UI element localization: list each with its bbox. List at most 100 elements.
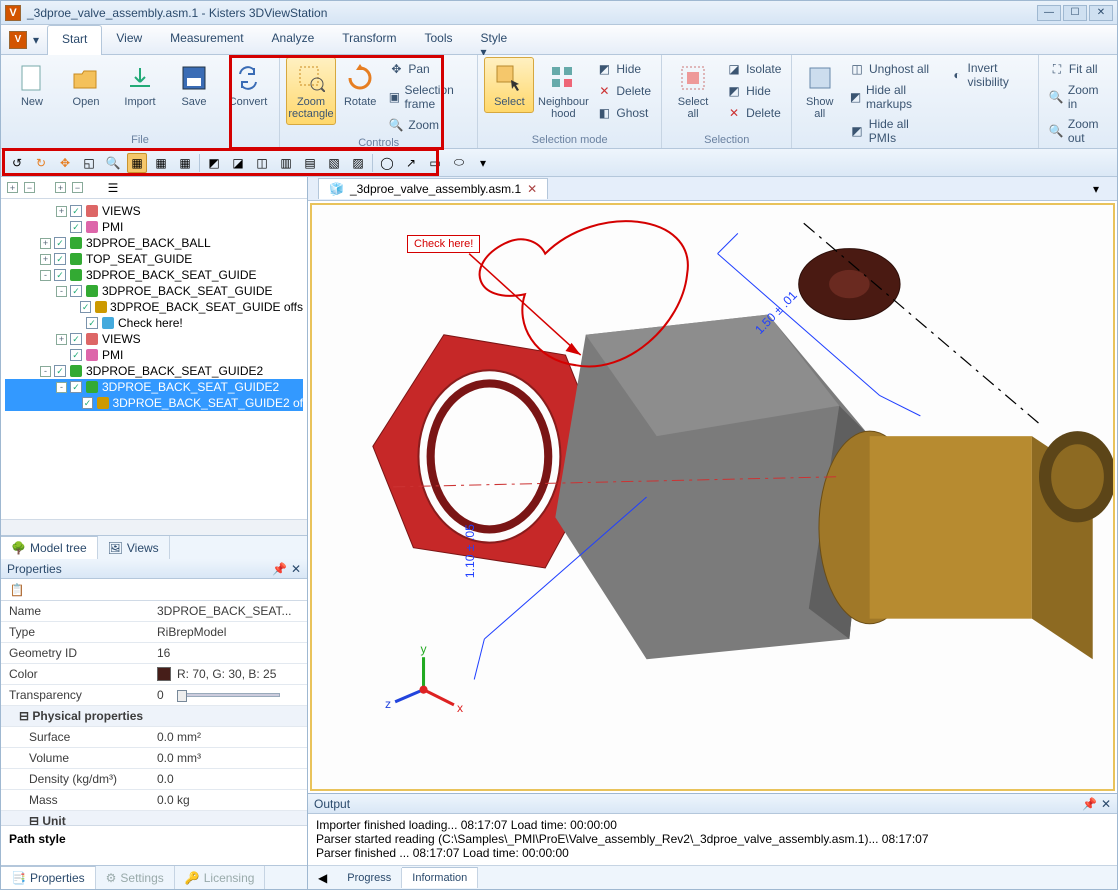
qt-btn-11[interactable]: ◫ (252, 153, 272, 173)
tree-checkbox[interactable]: ✓ (54, 253, 66, 265)
tab-transform[interactable]: Transform (328, 25, 410, 54)
expand-button[interactable]: + (55, 182, 66, 193)
property-row[interactable]: Name3DPROE_BACK_SEAT... (1, 601, 307, 622)
transparency-slider[interactable] (180, 693, 280, 697)
unghost-all-button[interactable]: ◫Unghost all (845, 59, 943, 79)
maximize-button[interactable]: ☐ (1063, 5, 1087, 21)
tab-model-tree[interactable]: 🌳Model tree (1, 536, 98, 559)
viewport-3d[interactable]: 1.50 ± .01 1.10 ± .05 x y z Check here! (310, 203, 1115, 791)
tree-expand-icon[interactable]: + (56, 334, 67, 345)
zoom-button[interactable]: 🔍Zoom (384, 115, 471, 135)
pan-button[interactable]: ✥Pan (384, 59, 471, 79)
tree-checkbox[interactable]: ✓ (86, 317, 98, 329)
qt-btn-4[interactable]: ◱ (79, 153, 99, 173)
tree-expand-icon[interactable]: + (40, 254, 51, 265)
tree-row[interactable]: +✓3DPROE_BACK_SEAT_GUIDE2 of (5, 395, 303, 411)
tree-scroll[interactable] (1, 519, 307, 535)
docs-dropdown-icon[interactable]: ▾ (1085, 182, 1107, 196)
tab-tools[interactable]: Tools (410, 25, 466, 54)
tree-checkbox[interactable]: ✓ (54, 365, 66, 377)
fit-all-button[interactable]: ⛶Fit all (1045, 59, 1111, 79)
ghost-mode-button[interactable]: ◧Ghost (592, 103, 655, 123)
property-row[interactable]: Volume0.0 mm³ (1, 748, 307, 769)
tree-expand-icon[interactable]: - (56, 286, 67, 297)
property-row[interactable]: ColorR: 70, G: 30, B: 25 (1, 664, 307, 685)
tree-checkbox[interactable]: ✓ (70, 285, 82, 297)
tree-checkbox[interactable]: ✓ (54, 237, 66, 249)
tree-expand-icon[interactable]: + (56, 206, 67, 217)
tree-row[interactable]: +✓3DPROE_BACK_BALL (5, 235, 303, 251)
close-panel-icon[interactable]: ✕ (291, 562, 301, 576)
property-group[interactable]: ⊟ Unit (1, 811, 307, 825)
tab-settings[interactable]: ⚙Settings (96, 866, 175, 889)
tree-checkbox[interactable]: ✓ (70, 333, 82, 345)
rotate-button[interactable]: Rotate (340, 57, 380, 113)
qt-btn-13[interactable]: ▤ (300, 153, 320, 173)
tab-measurement[interactable]: Measurement (156, 25, 257, 54)
qt-btn-10[interactable]: ◪ (228, 153, 248, 173)
qt-btn-14[interactable]: ▧ (324, 153, 344, 173)
tree-checkbox[interactable]: ✓ (70, 349, 82, 361)
zoom-out-button[interactable]: 🔍Zoom out (1045, 115, 1111, 147)
tab-view[interactable]: View (102, 25, 156, 54)
qat-dropdown-icon[interactable]: ▾ (33, 33, 39, 47)
collapse-button[interactable]: − (72, 182, 83, 193)
qt-btn-3[interactable]: ✥ (55, 153, 75, 173)
property-row[interactable]: Density (kg/dm³)0.0 (1, 769, 307, 790)
neighbourhood-button[interactable]: Neighbour hood (538, 57, 588, 125)
tree-expand-icon[interactable]: - (40, 270, 51, 281)
qt-btn-15[interactable]: ▨ (348, 153, 368, 173)
props-copy-button[interactable]: 📋 (7, 580, 27, 600)
expand-all-button[interactable]: + (7, 182, 18, 193)
tree-expand-icon[interactable]: - (40, 366, 51, 377)
new-button[interactable]: New (7, 57, 57, 113)
import-button[interactable]: Import (115, 57, 165, 113)
qt-btn-5[interactable]: 🔍 (103, 153, 123, 173)
qt-btn-18[interactable]: ▭ (425, 153, 445, 173)
output-scroll-left[interactable]: ◀ (308, 871, 337, 885)
qt-overflow[interactable]: ▾ (473, 153, 493, 173)
select-all-button[interactable]: Select all (668, 57, 718, 125)
qt-btn-6[interactable]: ▦ (127, 153, 147, 173)
isolate-button[interactable]: ◪Isolate (722, 59, 785, 79)
doc-close-icon[interactable]: ✕ (527, 182, 537, 196)
tree-expand-icon[interactable]: - (56, 382, 67, 393)
collapse-all-button[interactable]: − (24, 182, 35, 193)
tab-start[interactable]: Start (47, 25, 102, 55)
property-row[interactable]: TypeRiBrepModel (1, 622, 307, 643)
tree-checkbox[interactable]: ✓ (70, 221, 82, 233)
qt-btn-7[interactable]: ▦ (151, 153, 171, 173)
zoom-in-button[interactable]: 🔍Zoom in (1045, 81, 1111, 113)
markup-annotation[interactable]: Check here! (407, 235, 480, 253)
tree-row[interactable]: +✓TOP_SEAT_GUIDE (5, 251, 303, 267)
tab-progress[interactable]: Progress (337, 868, 402, 888)
zoom-rectangle-button[interactable]: Zoom rectangle (286, 57, 336, 125)
pin-icon[interactable]: 📌 (272, 562, 287, 576)
model-tree[interactable]: +✓VIEWS +✓PMI +✓3DPROE_BACK_BALL+✓TOP_SEAT… (1, 199, 307, 519)
hide-mode-button[interactable]: ◩Hide (592, 59, 655, 79)
tree-filter-button[interactable]: ☰ (103, 178, 123, 198)
document-tab[interactable]: 🧊 _3dproe_valve_assembly.asm.1 ✕ (318, 178, 548, 199)
tree-row[interactable]: +✓VIEWS (5, 203, 303, 219)
qt-btn-17[interactable]: ↗ (401, 153, 421, 173)
qt-btn-9[interactable]: ◩ (204, 153, 224, 173)
minimize-button[interactable]: — (1037, 5, 1061, 21)
tree-checkbox[interactable]: ✓ (70, 205, 82, 217)
delete-sel-button[interactable]: ✕Delete (722, 103, 785, 123)
tab-views[interactable]: 🖼Views (98, 536, 170, 559)
properties-grid[interactable]: Name3DPROE_BACK_SEAT...TypeRiBrepModelGe… (1, 601, 307, 825)
qt-btn-8[interactable]: ▦ (175, 153, 195, 173)
app-menu-icon[interactable]: V (9, 31, 27, 49)
tree-row[interactable]: +✓PMI (5, 347, 303, 363)
save-button[interactable]: Save (169, 57, 219, 113)
show-all-button[interactable]: Show all (798, 57, 841, 125)
tree-row[interactable]: -✓3DPROE_BACK_SEAT_GUIDE (5, 267, 303, 283)
property-row[interactable]: Surface0.0 mm² (1, 727, 307, 748)
close-button[interactable]: ✕ (1089, 5, 1113, 21)
property-group[interactable]: ⊟ Physical properties (1, 706, 307, 727)
tree-row[interactable]: +✓3DPROE_BACK_SEAT_GUIDE offs (5, 299, 303, 315)
property-row[interactable]: Mass0.0 kg (1, 790, 307, 811)
qt-btn-12[interactable]: ▥ (276, 153, 296, 173)
select-button[interactable]: Select (484, 57, 534, 113)
property-row[interactable]: Geometry ID16 (1, 643, 307, 664)
